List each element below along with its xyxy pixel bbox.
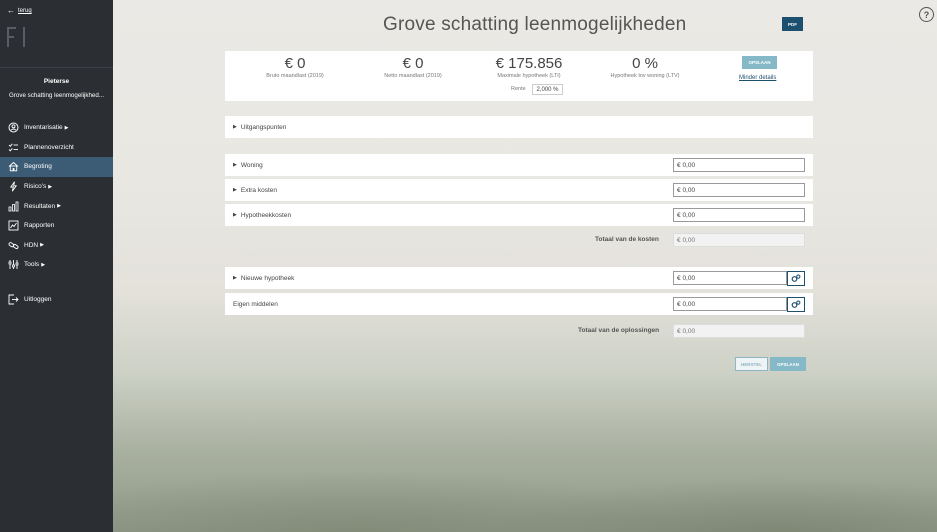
- caret-right-icon: ▶: [233, 124, 237, 130]
- row-title: Extra kosten: [240, 186, 277, 194]
- section-title: Uitgangspunten: [240, 123, 287, 131]
- caret-right-icon: ▶: [233, 275, 237, 281]
- rente-label: Rente: [511, 86, 526, 92]
- client-subtitle: Grove schatting leenmogelijkhed...: [9, 92, 104, 99]
- sidebar-item-begroting[interactable]: Begroting: [0, 157, 113, 177]
- stat-ltv: 0 % Hypotheek tov woning (LTV): [603, 55, 687, 79]
- bar-chart-icon: [8, 201, 19, 212]
- sidebar-item-label: Risico's: [24, 183, 47, 191]
- row-eigen-middelen: Eigen middelen € 0,00: [225, 293, 813, 315]
- woning-input[interactable]: € 0,00: [673, 158, 805, 172]
- row-label: Eigen middelen: [233, 301, 278, 308]
- sidebar-item-risicos[interactable]: Risico's ▶: [0, 177, 113, 197]
- extra-kosten-input[interactable]: € 0,00: [673, 183, 805, 197]
- sidebar-item-hdn[interactable]: HDN ▶: [0, 236, 113, 256]
- less-details-link[interactable]: Minder details: [739, 75, 776, 81]
- caret-right-icon: ▶: [40, 242, 44, 249]
- sidebar-item-label: Tools: [24, 261, 40, 269]
- totaal-kosten-field: € 0,00: [673, 233, 805, 247]
- cogs-icon[interactable]: [787, 270, 805, 286]
- row-title: Eigen middelen: [233, 300, 278, 308]
- stat-value: € 0: [402, 55, 424, 72]
- tools-icon: [8, 259, 19, 270]
- sidebar-item-tools[interactable]: Tools ▶: [0, 255, 113, 275]
- sidebar-item-label: Plannenoverzicht: [24, 143, 74, 151]
- sidebar-item-label: Inventarisatie: [24, 124, 63, 132]
- row-title: Nieuwe hypotheek: [240, 274, 295, 282]
- caret-right-icon: ▶: [41, 261, 46, 268]
- stat-bruto: € 0 Bruto maandlast (2019): [259, 55, 331, 79]
- row-woning[interactable]: ▶ Woning € 0,00: [225, 154, 813, 176]
- background-mountains: [113, 360, 937, 532]
- totaal-oplossingen-field: € 0,00: [673, 324, 805, 338]
- sidebar-nav: Inventarisatie ▶ Plannenoverzicht Begrot…: [0, 118, 113, 275]
- sidebar-item-plannenoverzicht[interactable]: Plannenoverzicht: [0, 138, 113, 158]
- caret-right-icon: ▶: [57, 203, 61, 210]
- save-button[interactable]: OPSLAAN: [770, 357, 806, 371]
- page-title: Grove schatting leenmogelijkheden: [383, 14, 687, 35]
- row-extra-kosten[interactable]: ▶ Extra kosten € 0,00: [225, 179, 813, 201]
- sidebar: ← terug Pieterse Grove schatting leenmog…: [0, 0, 113, 532]
- summary-panel: € 0 Bruto maandlast (2019) € 0 Netto maa…: [225, 51, 813, 101]
- back-link-label: terug: [18, 8, 32, 14]
- rente-input[interactable]: 2,000 %: [532, 84, 563, 95]
- sidebar-divider: [0, 67, 113, 68]
- cogs-icon[interactable]: [787, 296, 805, 312]
- row-label: ▶ Hypotheekkosten: [233, 212, 291, 219]
- section-uitgangspunten[interactable]: ▶ Uitgangspunten: [225, 116, 813, 138]
- stat-label: Netto maandlast (2019): [384, 73, 442, 79]
- back-link[interactable]: ← terug: [7, 7, 32, 15]
- logout-icon: [8, 294, 19, 305]
- hypotheekkosten-input[interactable]: € 0,00: [673, 208, 805, 222]
- row-label: ▶ Nieuwe hypotheek: [233, 275, 294, 282]
- client-name: Pieterse: [43, 78, 70, 85]
- logout-label: Uitloggen: [24, 296, 52, 304]
- arrow-left-icon: ←: [7, 6, 15, 15]
- logout-button[interactable]: Uitloggen: [0, 290, 113, 310]
- stat-label: Maximale hypotheek (LTI): [497, 73, 561, 79]
- help-icon[interactable]: ?: [919, 7, 934, 22]
- link-icon: [8, 240, 19, 251]
- stat-label: Hypotheek tov woning (LTV): [610, 73, 680, 79]
- section-label: ▶ Uitgangspunten: [233, 124, 286, 131]
- sidebar-item-label: Rapporten: [24, 222, 55, 230]
- logout-section: Uitloggen: [0, 290, 113, 310]
- checklist-icon: [8, 142, 19, 153]
- reset-button[interactable]: HERSTEL: [735, 357, 768, 371]
- row-hypotheekkosten[interactable]: ▶ Hypotheekkosten € 0,00: [225, 204, 813, 226]
- report-icon: [8, 220, 19, 231]
- stat-value: € 175.856: [495, 55, 563, 72]
- stat-label: Bruto maandlast (2019): [266, 73, 324, 79]
- caret-right-icon: ▶: [233, 187, 237, 193]
- pdf-button[interactable]: PDF: [782, 17, 803, 31]
- row-title: Hypotheekkosten: [240, 211, 292, 219]
- totaal-oplossingen-label: Totaal van de oplossingen: [578, 327, 660, 334]
- sidebar-item-label: HDN: [24, 241, 39, 249]
- search-icon: [8, 122, 19, 133]
- house-icon: [8, 161, 19, 172]
- caret-right-icon: ▶: [233, 162, 237, 168]
- totaal-kosten-label: Totaal van de kosten: [595, 236, 659, 243]
- sidebar-item-resultaten[interactable]: Resultaten ▶: [0, 196, 113, 216]
- stat-value: 0 %: [632, 55, 658, 72]
- stat-value: € 0: [284, 55, 306, 72]
- caret-right-icon: ▶: [233, 212, 237, 218]
- sidebar-item-label: Begroting: [24, 163, 52, 171]
- row-label: ▶ Extra kosten: [233, 187, 277, 194]
- row-label: ▶ Woning: [233, 162, 263, 169]
- save-summary-button[interactable]: OPSLAAN: [742, 56, 777, 69]
- nieuwe-hypotheek-input[interactable]: € 0,00: [673, 271, 787, 285]
- sidebar-item-label: Resultaten: [24, 202, 56, 210]
- row-title: Woning: [240, 161, 263, 169]
- stat-max-hypotheek: € 175.856 Maximale hypotheek (LTI): [489, 55, 569, 79]
- caret-right-icon: ▶: [64, 124, 69, 131]
- sidebar-item-rapporten[interactable]: Rapporten: [0, 216, 113, 236]
- app-logo: [7, 27, 29, 47]
- row-nieuwe-hypotheek[interactable]: ▶ Nieuwe hypotheek € 0,00: [225, 267, 813, 289]
- caret-right-icon: ▶: [48, 183, 53, 190]
- lightning-icon: [8, 181, 19, 192]
- sidebar-item-inventarisatie[interactable]: Inventarisatie ▶: [0, 118, 113, 138]
- eigen-middelen-input[interactable]: € 0,00: [673, 297, 787, 311]
- stat-netto: € 0 Netto maandlast (2019): [377, 55, 449, 79]
